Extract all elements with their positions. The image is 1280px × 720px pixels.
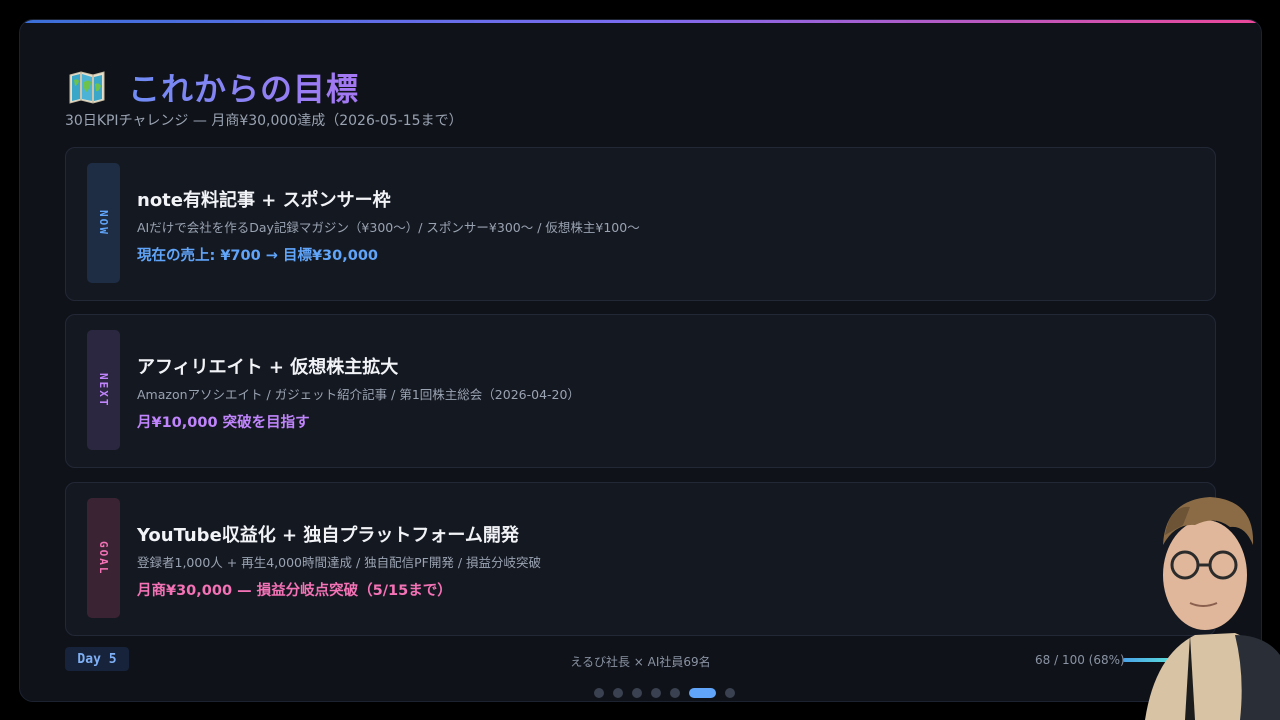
card-description: AIだけで会社を作るDay記録マガジン（¥300〜）/ スポンサー¥300〜 /… <box>137 220 640 235</box>
page-title: これからの目標 <box>128 64 359 110</box>
card-title: YouTube収益化 + 独自プラットフォーム開発 <box>137 525 519 546</box>
slide: これからの目標 30日KPIチャレンジ — 月商¥30,000達成（2026-0… <box>19 19 1262 702</box>
pagination-dot[interactable] <box>594 688 604 698</box>
card-now: NOW note有料記事 + スポンサー枠 AIだけで会社を作るDay記録マガジ… <box>65 147 1216 301</box>
progress-label: 68 / 100 (68%) <box>1035 653 1125 667</box>
status-tag-now: NOW <box>87 163 120 283</box>
pagination-dot[interactable] <box>632 688 642 698</box>
status-tag-next: NEXT <box>87 330 120 450</box>
pagination-dot[interactable] <box>670 688 680 698</box>
card-title: アフィリエイト + 仮想株主拡大 <box>137 357 399 378</box>
status-tag-goal: GOAL <box>87 498 120 618</box>
accent-bar <box>20 20 1261 23</box>
pagination-dot[interactable] <box>689 688 716 698</box>
card-next: NEXT アフィリエイト + 仮想株主拡大 Amazonアソシエイト / ガジェ… <box>65 314 1216 468</box>
card-description: Amazonアソシエイト / ガジェット紹介記事 / 第1回株主総会（2026-… <box>137 387 580 402</box>
card-emphasis: 月商¥30,000 — 損益分岐点突破（5/15まで） <box>137 583 452 599</box>
card-description: 登録者1,000人 + 再生4,000時間達成 / 独自配信PF開発 / 損益分… <box>137 555 542 570</box>
title-row: これからの目標 <box>68 64 359 110</box>
card-title: note有料記事 + スポンサー枠 <box>137 190 391 211</box>
card-emphasis: 現在の売上: ¥700 → 目標¥30,000 <box>137 248 378 264</box>
presenter-webcam-image <box>1145 497 1280 720</box>
pagination-dot[interactable] <box>725 688 735 698</box>
pagination-dots <box>20 688 1261 698</box>
pagination-dot[interactable] <box>651 688 661 698</box>
page-subtitle: 30日KPIチャレンジ — 月商¥30,000達成（2026-05-15まで） <box>65 113 463 129</box>
card-goal: GOAL YouTube収益化 + 独自プラットフォーム開発 登録者1,000人… <box>65 482 1216 636</box>
world-map-icon <box>69 71 105 104</box>
pagination-dot[interactable] <box>613 688 623 698</box>
card-emphasis: 月¥10,000 突破を目指す <box>137 415 310 431</box>
